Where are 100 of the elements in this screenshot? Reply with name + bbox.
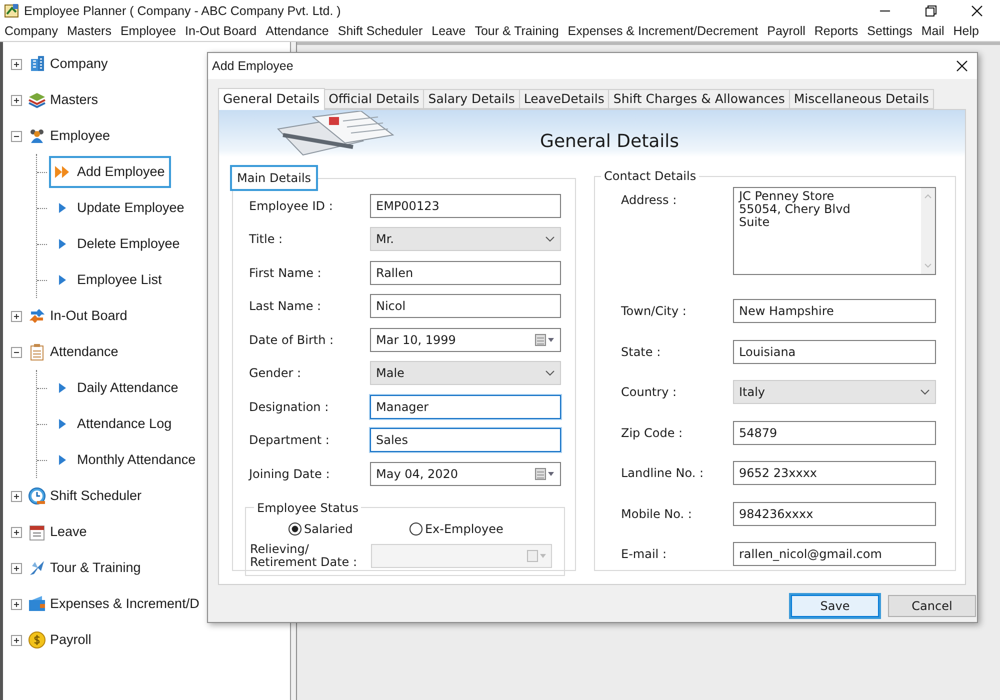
clipboard-icon [28,343,46,361]
tree-item[interactable]: Payroll [50,630,92,650]
expand-icon[interactable] [11,58,22,70]
tab[interactable]: Miscellaneous Details [788,89,934,109]
arrow-icon [59,274,66,286]
field-label: Employee ID : [249,198,334,215]
arrow-icon [59,418,66,430]
tree-item[interactable]: Employee [50,126,110,146]
date-picker[interactable]: Mar 10, 1999 [370,328,561,352]
tree-item[interactable]: Tour & Training [50,558,141,578]
field-label: Mobile No. : [621,506,693,523]
input-field[interactable]: rallen_nicol@gmail.com [733,542,936,566]
tab[interactable]: General Details [218,88,325,110]
dialog-button[interactable]: Cancel [888,595,976,617]
menu-item[interactable]: Masters [62,22,116,41]
tree-item[interactable]: Shift Scheduler [50,486,142,506]
layers-icon [28,91,46,109]
tab[interactable]: Shift Charges & Allowances [608,89,790,109]
input-field[interactable]: 54879 [733,420,936,445]
tab[interactable]: LeaveDetails [518,89,610,109]
tree-item[interactable]: Monthly Attendance [51,446,200,474]
field-label: Zip Code : [621,424,684,442]
tree-item[interactable]: Masters [50,90,98,110]
people-icon [28,127,46,145]
section-heading: General Details [540,130,680,154]
dialog-title: Add Employee [212,58,294,75]
radio-icon[interactable] [408,522,423,536]
menu-item[interactable]: Employee [116,22,181,41]
menu-item[interactable]: Reports [810,22,863,41]
scrollbar-icon [921,188,935,274]
tree-item[interactable]: Update Employee [51,194,188,222]
dialog-button[interactable]: Save [791,595,879,617]
input-field[interactable]: Nicol [370,294,561,318]
input-field[interactable]: 9652 23xxxx [733,461,936,486]
radio-option[interactable]: Salaried [288,520,353,538]
app-icon [4,3,20,19]
dropdown[interactable]: Italy [733,380,936,404]
menu-item[interactable]: Expenses & Increment/Decrement [563,22,763,41]
input-field[interactable]: New Hampshire [733,299,936,324]
chevron-down-icon [545,236,555,242]
radio-selected-icon[interactable] [288,522,302,536]
tree-item[interactable]: Attendance [50,342,118,362]
collapse-icon[interactable] [11,346,22,358]
menu-item[interactable]: Help [948,22,984,41]
expand-icon[interactable] [11,562,22,574]
menu-item[interactable]: Settings [862,22,917,41]
tree-item[interactable]: Delete Employee [51,230,184,258]
tree-item[interactable]: Daily Attendance [51,374,182,402]
tree-item[interactable]: Expenses & Increment/D [50,594,200,614]
menu-item[interactable]: Payroll [762,22,810,41]
field-label: Town/City : [621,303,688,320]
field-label: Department : [249,432,330,450]
tab[interactable]: Official Details [324,89,424,109]
menu-item[interactable]: Attendance [261,22,334,41]
double-arrow-icon [55,166,69,178]
collapse-icon[interactable] [11,130,22,142]
input-field[interactable]: Louisiana [733,340,936,364]
calendar-dropdown-icon [527,550,547,562]
menu-item[interactable]: Company [0,22,62,41]
menu-item[interactable]: Leave [427,22,470,41]
expand-icon[interactable] [11,94,22,106]
expand-icon[interactable] [11,526,22,538]
tree-item[interactable]: Company [50,54,108,74]
tree-item[interactable]: In-Out Board [50,306,128,326]
field-label: Last Name : [249,298,322,316]
dropdown[interactable]: Male [370,361,561,386]
input-field[interactable]: Manager [370,394,561,419]
date-picker[interactable]: May 04, 2020 [370,462,561,486]
field-label: E-mail : [621,546,668,564]
menu-item[interactable]: Mail [916,22,949,41]
dropdown[interactable]: Mr. [370,227,561,252]
field-label: Joining Date : [249,466,331,483]
menu-item[interactable]: In-Out Board [180,22,262,41]
arrow-icon [59,454,66,466]
input-field[interactable]: EMP00123 [370,194,561,218]
group-title: Employee Status [256,500,360,516]
field-label: State : [621,344,662,361]
expand-icon[interactable] [11,598,22,610]
building-icon [28,55,46,73]
radio-option[interactable]: Ex-Employee [408,520,504,538]
input-field[interactable]: Rallen [370,260,561,285]
field-label: Date of Birth : [249,332,335,349]
expand-icon[interactable] [11,490,22,502]
input-field[interactable]: Sales [370,428,561,452]
expand-icon[interactable] [11,634,22,646]
input-field[interactable]: 984236xxxx [733,502,936,526]
menu-item[interactable]: Tour & Training [470,22,564,41]
calendar-dropdown-icon [535,334,555,346]
expand-icon[interactable] [11,310,22,322]
coin-icon [28,631,46,649]
tree-item[interactable]: Attendance Log [51,410,176,438]
chevron-down-icon [545,370,555,376]
clock-icon [28,487,46,505]
arrow-icon [59,238,66,250]
tree-item[interactable]: Leave [50,522,87,542]
tab[interactable]: Salary Details [423,89,520,109]
field-label: Title : [249,231,284,248]
menu-item[interactable]: Shift Scheduler [333,22,428,41]
tree-item[interactable]: Employee List [51,266,166,294]
address-textarea[interactable]: JC Penney Store 55054, Chery Blvd Suite [733,187,936,275]
